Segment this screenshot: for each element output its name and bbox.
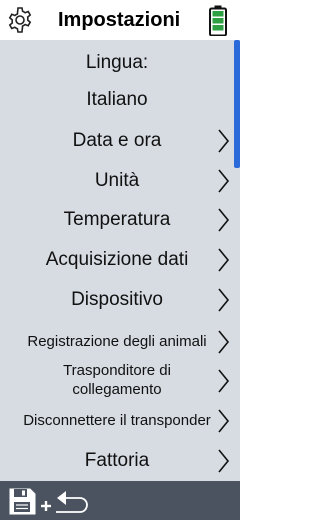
settings-list: Lingua: Italiano Data e ora Unità Temper…	[0, 40, 240, 481]
save-and-back-button[interactable]	[8, 486, 92, 516]
settings-item-data-acquisition[interactable]: Acquisizione dati	[0, 247, 234, 273]
page-title: Impostazioni	[58, 9, 181, 31]
chevron-right-icon	[218, 248, 230, 272]
settings-item-farm[interactable]: Fattoria	[0, 448, 234, 474]
gear-icon[interactable]	[6, 6, 34, 34]
settings-item-label: Disconnettere il transponder	[23, 412, 211, 429]
footer-bar	[0, 481, 240, 520]
settings-item-units[interactable]: Unità	[0, 168, 234, 194]
chevron-right-icon	[218, 208, 230, 232]
settings-item-link-transponder[interactable]: Trasponditore di collegamento	[0, 361, 234, 401]
settings-item-label: Acquisizione dati	[45, 249, 189, 270]
chevron-right-icon	[218, 169, 230, 193]
chevron-right-icon	[218, 369, 230, 393]
save-icon	[9, 488, 36, 515]
language-heading-row: Lingua:	[0, 50, 234, 76]
settings-item-label: Dispositivo	[71, 289, 163, 310]
settings-item-label-line2: collegamento	[72, 381, 162, 398]
chevron-right-icon	[218, 449, 230, 473]
chevron-right-icon	[218, 288, 230, 312]
settings-item-label: Fattoria	[84, 450, 150, 471]
chevron-right-icon	[218, 409, 230, 433]
language-value-row[interactable]: Italiano	[0, 87, 234, 113]
language-label: Lingua:	[85, 52, 149, 73]
settings-item-label: Registrazione degli animali	[27, 333, 207, 350]
settings-item-label: Temperatura	[63, 209, 171, 230]
scrollbar[interactable]	[234, 40, 240, 481]
settings-item-disconnect-transponder[interactable]: Disconnettere il transponder	[0, 409, 234, 433]
scrollbar-thumb[interactable]	[234, 40, 240, 168]
plus-icon	[41, 501, 51, 511]
settings-item-temperature[interactable]: Temperatura	[0, 207, 234, 233]
undo-arrow-icon	[56, 491, 88, 513]
chevron-right-icon	[218, 129, 230, 153]
settings-item-date-time[interactable]: Data e ora	[0, 128, 234, 154]
battery-icon	[209, 5, 227, 36]
settings-item-label-line1: Trasponditore di	[63, 362, 171, 379]
settings-item-animal-registration[interactable]: Registrazione degli animali	[0, 330, 234, 354]
chevron-right-icon	[218, 330, 230, 354]
settings-item-label: Data e ora	[72, 130, 162, 151]
header-bar: Impostazioni	[0, 0, 240, 40]
language-value: Italiano	[86, 89, 148, 110]
settings-item-label: Unità	[94, 170, 140, 191]
settings-item-device[interactable]: Dispositivo	[0, 287, 234, 313]
